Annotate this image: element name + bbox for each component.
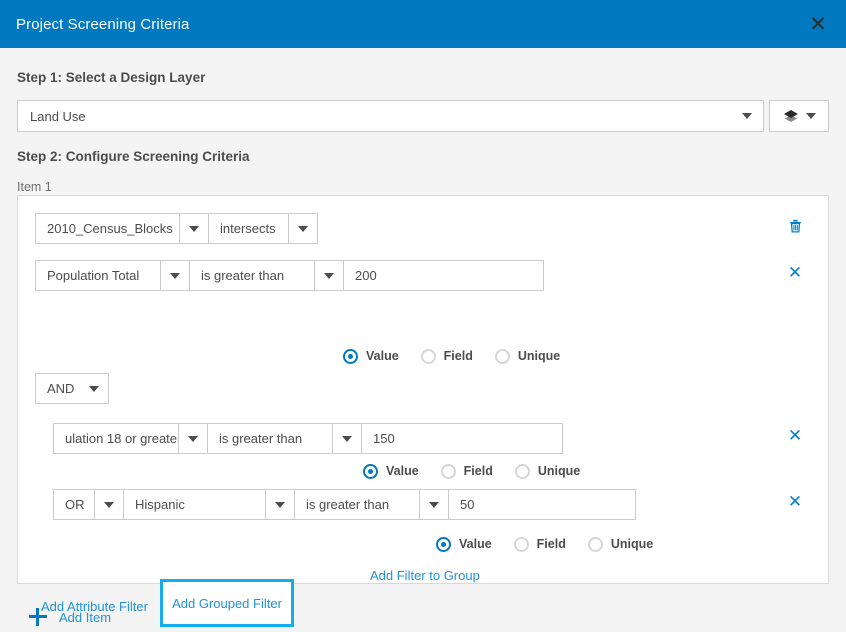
filter-3-mode-unique[interactable]: Unique — [588, 537, 675, 552]
filter-3-remove-button[interactable]: ✕ — [784, 490, 806, 512]
plus-icon — [29, 608, 47, 626]
filter-3-value-input[interactable]: 50 — [448, 489, 636, 520]
group-conjunction-value: AND — [36, 381, 74, 396]
filter-1-remove-button[interactable]: ✕ — [784, 261, 806, 283]
filter-2-value-input[interactable]: 150 — [361, 423, 563, 454]
chevron-down-icon — [179, 214, 208, 243]
delete-item-button[interactable] — [784, 214, 806, 236]
chevron-down-icon — [94, 490, 123, 519]
source-layer-select[interactable]: 2010_Census_Blocks — [35, 213, 209, 244]
filter-1-mode-field-label: Field — [444, 349, 473, 363]
radio-selected-icon — [343, 349, 358, 364]
add-grouped-filter-button[interactable]: Add Grouped Filter — [160, 579, 294, 627]
filter-2-field-value: ulation 18 or greater — [54, 431, 178, 446]
item-label: Item 1 — [17, 180, 52, 194]
filter-3-operator-value: is greater than — [295, 497, 389, 512]
filter-1-operator-value: is greater than — [190, 268, 284, 283]
filter-2-mode-field-label: Field — [464, 464, 493, 478]
chevron-down-icon — [332, 424, 361, 453]
close-icon: ✕ — [788, 427, 802, 444]
design-layer-select[interactable]: Land Use — [17, 100, 764, 132]
radio-unselected-icon — [515, 464, 530, 479]
chevron-down-icon — [806, 113, 816, 119]
chevron-down-icon — [160, 261, 189, 290]
chevron-down-icon — [178, 424, 207, 453]
chevron-down-icon — [288, 214, 317, 243]
filter-1-field-value: Population Total — [36, 268, 139, 283]
filter-3-mode-field-label: Field — [537, 537, 566, 551]
radio-unselected-icon — [495, 349, 510, 364]
radio-unselected-icon — [421, 349, 436, 364]
screening-criteria-card: 2010_Census_Blocks intersects Population… — [17, 195, 829, 584]
filter-2-mode-unique[interactable]: Unique — [515, 464, 602, 479]
radio-selected-icon — [363, 464, 378, 479]
filter-2-mode-field[interactable]: Field — [441, 464, 515, 479]
radio-selected-icon — [436, 537, 451, 552]
dialog-titlebar: Project Screening Criteria ✕ — [0, 0, 846, 48]
filter-3-conjunction-value: OR — [54, 497, 85, 512]
close-icon[interactable]: ✕ — [800, 6, 836, 42]
radio-unselected-icon — [441, 464, 456, 479]
filter-2-mode-value[interactable]: Value — [363, 464, 441, 479]
filter-1-operator-select[interactable]: is greater than — [189, 260, 344, 291]
filter-2-mode-unique-label: Unique — [538, 464, 580, 478]
radio-unselected-icon — [588, 537, 603, 552]
step-2-label: Step 2: Configure Screening Criteria — [17, 149, 250, 164]
add-grouped-filter-label: Add Grouped Filter — [172, 596, 282, 611]
filter-2-mode-radio-group: Value Field Unique — [363, 461, 602, 481]
filter-2-value: 150 — [362, 431, 395, 446]
relationship-value: intersects — [209, 221, 276, 236]
filter-1-mode-unique[interactable]: Unique — [495, 349, 582, 364]
close-icon: ✕ — [788, 264, 802, 281]
filter-3-value: 50 — [449, 497, 474, 512]
layers-icon — [783, 108, 799, 124]
filter-1-field-select[interactable]: Population Total — [35, 260, 190, 291]
source-layer-value: 2010_Census_Blocks — [36, 221, 173, 236]
close-icon: ✕ — [788, 493, 802, 510]
chevron-down-icon — [419, 490, 448, 519]
radio-unselected-icon — [514, 537, 529, 552]
filter-3-mode-field[interactable]: Field — [514, 537, 588, 552]
filter-3-field-select[interactable]: Hispanic — [123, 489, 295, 520]
filter-3-mode-value[interactable]: Value — [436, 537, 514, 552]
add-item-button[interactable]: Add Item — [29, 608, 111, 626]
relationship-select[interactable]: intersects — [208, 213, 318, 244]
filter-3-field-value: Hispanic — [124, 497, 185, 512]
filter-1-mode-value-label: Value — [366, 349, 399, 363]
filter-1-mode-radio-group: Value Field Unique — [343, 346, 582, 366]
design-layer-row: Land Use — [17, 100, 829, 132]
filter-3-mode-unique-label: Unique — [611, 537, 653, 551]
filter-2-mode-value-label: Value — [386, 464, 419, 478]
chevron-down-icon — [265, 490, 294, 519]
filter-3-mode-value-label: Value — [459, 537, 492, 551]
trash-icon — [787, 217, 804, 234]
filter-3-mode-radio-group: Value Field Unique — [436, 534, 675, 554]
chevron-down-icon — [314, 261, 343, 290]
add-item-label: Add Item — [59, 610, 111, 625]
filter-2-field-select[interactable]: ulation 18 or greater — [53, 423, 208, 454]
step-1-label: Step 1: Select a Design Layer — [17, 70, 205, 85]
filter-1-value: 200 — [344, 268, 377, 283]
group-conjunction-select[interactable]: AND — [35, 373, 109, 404]
filter-1-mode-field[interactable]: Field — [421, 349, 495, 364]
filter-2-operator-select[interactable]: is greater than — [207, 423, 362, 454]
chevron-down-icon — [742, 113, 752, 119]
dialog-title: Project Screening Criteria — [16, 16, 190, 33]
filter-2-remove-button[interactable]: ✕ — [784, 424, 806, 446]
chevron-down-icon — [80, 386, 108, 392]
filter-1-mode-value[interactable]: Value — [343, 349, 421, 364]
filter-2-operator-value: is greater than — [208, 431, 302, 446]
add-filter-to-group-link[interactable]: Add Filter to Group — [370, 568, 480, 583]
layer-list-button[interactable] — [769, 100, 829, 132]
dialog-body: Step 1: Select a Design Layer Land Use S… — [0, 48, 846, 632]
filter-1-value-input[interactable]: 200 — [343, 260, 544, 291]
filter-3-operator-select[interactable]: is greater than — [294, 489, 449, 520]
design-layer-value: Land Use — [30, 109, 86, 124]
filter-1-mode-unique-label: Unique — [518, 349, 560, 363]
filter-3-conjunction-select[interactable]: OR — [53, 489, 124, 520]
